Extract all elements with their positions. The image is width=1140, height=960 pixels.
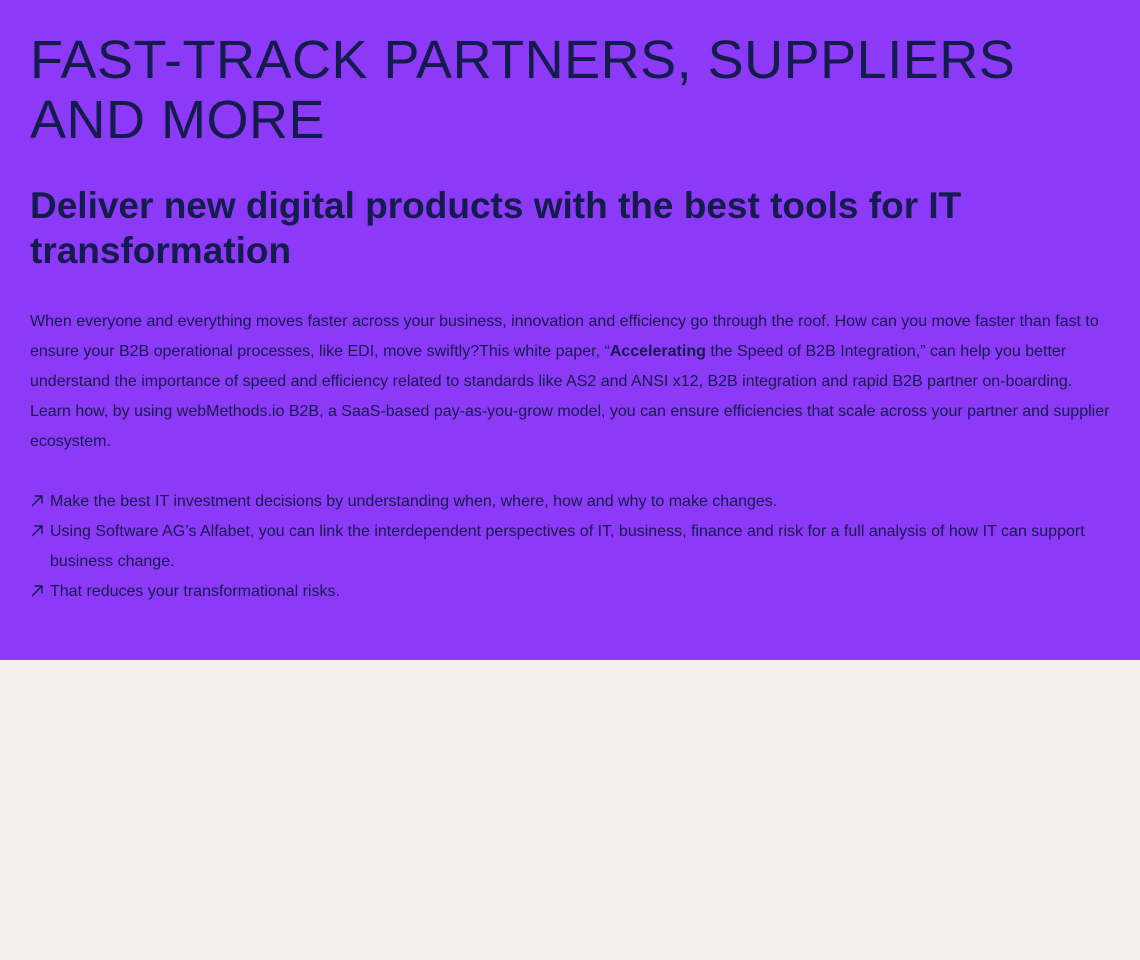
- benefit-list: Make the best IT investment decisions by…: [30, 487, 1110, 607]
- lower-blank-section: [0, 660, 1140, 960]
- page-headline: Deliver new digital products with the be…: [30, 185, 962, 271]
- intro-bold-text: Accelerating: [609, 343, 706, 360]
- list-item-text: Using Software AG’s Alfabet, you can lin…: [50, 523, 1085, 570]
- arrow-up-right-icon: [31, 585, 43, 597]
- list-item-text: That reduces your transformational risks…: [50, 583, 340, 600]
- intro-paragraph: When everyone and everything moves faste…: [30, 307, 1110, 457]
- hero-section: FAST-TRACK PARTNERS, SUPPLIERS AND MORE …: [0, 0, 1140, 660]
- list-item: Make the best IT investment decisions by…: [30, 487, 1110, 517]
- arrow-up-right-icon: [31, 495, 43, 507]
- list-item: Using Software AG’s Alfabet, you can lin…: [30, 517, 1110, 577]
- arrow-up-right-icon: [31, 525, 43, 537]
- list-item: That reduces your transformational risks…: [30, 577, 1110, 607]
- list-item-text: Make the best IT investment decisions by…: [50, 493, 778, 510]
- eyebrow-heading: FAST-TRACK PARTNERS, SUPPLIERS AND MORE: [30, 30, 1016, 150]
